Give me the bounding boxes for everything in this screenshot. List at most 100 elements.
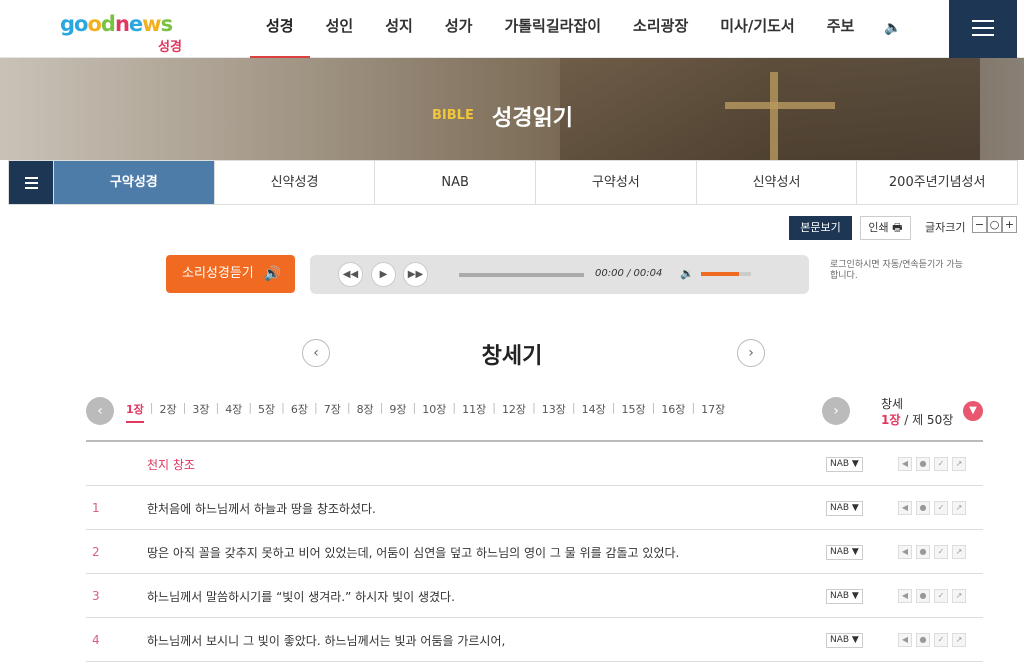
- share-icon[interactable]: ↗: [952, 457, 966, 471]
- verse-actions: ◀ ● ✓ ↗: [898, 545, 970, 559]
- chapter-link[interactable]: 15장: [621, 401, 645, 423]
- tab-item[interactable]: NAB: [374, 161, 535, 204]
- listen-icon[interactable]: ◀: [898, 457, 912, 471]
- verse-row: 1 한처음에 하느님께서 하늘과 땅을 창조하셨다. NAB ▼ ◀ ● ✓ ↗: [86, 486, 983, 530]
- nav-item[interactable]: 미사/기도서: [704, 0, 810, 58]
- version-select[interactable]: NAB ▼: [826, 633, 863, 648]
- volume-slider[interactable]: [701, 272, 751, 276]
- chapter-link[interactable]: 16장: [661, 401, 685, 423]
- chapter-separator: |: [691, 401, 696, 414]
- chapter-link[interactable]: 14장: [582, 401, 606, 423]
- chapter-link[interactable]: 8장: [357, 401, 374, 423]
- font-size-decrease-button[interactable]: −: [972, 216, 987, 233]
- chapter-link[interactable]: 4장: [225, 401, 242, 423]
- goodnews-logo[interactable]: goodnews 성경: [60, 6, 190, 55]
- chapter-separator: |: [248, 401, 253, 414]
- chapter-link[interactable]: 6장: [291, 401, 308, 423]
- listen-icon[interactable]: ◀: [898, 633, 912, 647]
- chapter-separator: |: [182, 401, 187, 414]
- comment-icon[interactable]: ●: [916, 457, 930, 471]
- hamburger-menu-button[interactable]: [949, 0, 1017, 58]
- verse-actions: ◀ ● ✓ ↗: [898, 633, 970, 647]
- share-icon[interactable]: ↗: [952, 589, 966, 603]
- check-icon[interactable]: ✓: [934, 501, 948, 515]
- version-select[interactable]: NAB ▼: [826, 501, 863, 516]
- rewind-icon[interactable]: ◀◀: [338, 262, 363, 287]
- nav-item[interactable]: 성가: [429, 0, 489, 58]
- version-select[interactable]: NAB ▼: [826, 589, 863, 604]
- version-select[interactable]: NAB ▼: [826, 545, 863, 560]
- tab-item[interactable]: 신약성경: [213, 161, 375, 204]
- audio-time: 00:00 / 00:04: [595, 268, 663, 279]
- listen-icon[interactable]: ◀: [898, 545, 912, 559]
- chapter-separator: |: [281, 401, 285, 414]
- comment-icon[interactable]: ●: [916, 633, 930, 647]
- print-button[interactable]: 인쇄 🖶: [860, 216, 911, 240]
- share-icon[interactable]: ↗: [952, 545, 966, 559]
- verse-number: 2: [92, 545, 100, 559]
- nav-item[interactable]: 성인: [310, 0, 370, 58]
- check-icon[interactable]: ✓: [934, 545, 948, 559]
- chapter-list: 1장 | 2장 | 3장 | 4장 | 5장 | 6장 | 7장 | 8장 | 9장 | 10장 | 11장 | 12장 | 1…: [126, 401, 816, 423]
- chapter-dropdown-icon[interactable]: ▼: [963, 401, 983, 421]
- play-icon[interactable]: ▶: [371, 262, 396, 287]
- version-select[interactable]: NAB ▼: [826, 457, 863, 472]
- verse-text: 천지 창조: [147, 458, 195, 472]
- logo-text: goodnews: [60, 12, 173, 36]
- verse-row: 천지 창조 NAB ▼ ◀ ● ✓ ↗: [86, 442, 983, 486]
- fast-forward-icon[interactable]: ▶▶: [403, 262, 428, 287]
- nav-item[interactable]: 성경: [250, 0, 310, 58]
- hero-title: 성경읽기: [492, 106, 573, 131]
- chapter-link[interactable]: 17장: [701, 401, 725, 423]
- tab-item[interactable]: 구약성서: [535, 161, 696, 204]
- share-icon[interactable]: ↗: [952, 501, 966, 515]
- font-size-reset-button[interactable]: ○: [987, 216, 1002, 233]
- top-navigation: goodnews 성경 성경 성인 성지 성가 가톨릭길라잡이 소리광장 미사/기도서 주보 …: [0, 0, 1024, 58]
- chapter-link[interactable]: 12장: [502, 401, 526, 423]
- printer-icon: 🖶: [892, 221, 903, 234]
- chapter-link[interactable]: 2장: [160, 401, 177, 423]
- chapter-book-short: 창세: [881, 397, 904, 411]
- chapter-link[interactable]: 10장: [422, 401, 446, 423]
- nav-item[interactable]: 소리광장: [617, 0, 704, 58]
- tab-item[interactable]: 구약성경: [53, 161, 214, 204]
- chapter-link[interactable]: 13장: [542, 401, 566, 423]
- chapter-link[interactable]: 5장: [258, 401, 275, 423]
- chapter-info: 창세 1장 / 제 50장: [881, 396, 953, 428]
- chapter-link[interactable]: 7장: [324, 401, 341, 423]
- nav-item[interactable]: 성지: [369, 0, 429, 58]
- speaker-icon[interactable]: 🔈: [884, 20, 904, 38]
- verse-actions: ◀ ● ✓ ↗: [898, 589, 970, 603]
- volume-icon[interactable]: 🔉: [680, 267, 694, 280]
- chapter-link[interactable]: 3장: [192, 401, 209, 423]
- nav-item[interactable]: 가톨릭길라잡이: [488, 0, 617, 58]
- nav-item[interactable]: 주보: [811, 0, 871, 58]
- next-book-button[interactable]: ›: [737, 339, 765, 367]
- comment-icon[interactable]: ●: [916, 501, 930, 515]
- view-text-button[interactable]: 본문보기: [789, 216, 852, 240]
- comment-icon[interactable]: ●: [916, 545, 930, 559]
- share-icon[interactable]: ↗: [952, 633, 966, 647]
- tab-item[interactable]: 200주년기념성서: [856, 161, 1017, 204]
- chapter-link[interactable]: 1장: [126, 401, 144, 423]
- tab-menu-icon[interactable]: [9, 161, 53, 204]
- check-icon[interactable]: ✓: [934, 589, 948, 603]
- check-icon[interactable]: ✓: [934, 457, 948, 471]
- print-label: 인쇄: [868, 221, 889, 234]
- prev-chapter-button[interactable]: ‹: [86, 397, 114, 425]
- tab-item[interactable]: 신약성서: [695, 161, 857, 204]
- progress-track[interactable]: [459, 273, 584, 277]
- listen-icon[interactable]: ◀: [898, 589, 912, 603]
- chapter-link[interactable]: 9장: [389, 401, 406, 423]
- hero-eng-label: BIBLE: [432, 108, 474, 123]
- verse-table: 천지 창조 NAB ▼ ◀ ● ✓ ↗ 1 한처음에 하느님께서 하늘과 땅을 창조하셨다. N…: [86, 440, 983, 662]
- font-size-increase-button[interactable]: +: [1002, 216, 1017, 233]
- listen-icon[interactable]: ◀: [898, 501, 912, 515]
- check-icon[interactable]: ✓: [934, 633, 948, 647]
- current-chapter: 1장: [881, 413, 901, 427]
- chapter-link[interactable]: 11장: [462, 401, 486, 423]
- chapter-separator: |: [412, 401, 417, 414]
- next-chapter-button[interactable]: ›: [822, 397, 850, 425]
- audio-bible-button[interactable]: 소리성경듣기 🔊: [166, 255, 295, 293]
- comment-icon[interactable]: ●: [916, 589, 930, 603]
